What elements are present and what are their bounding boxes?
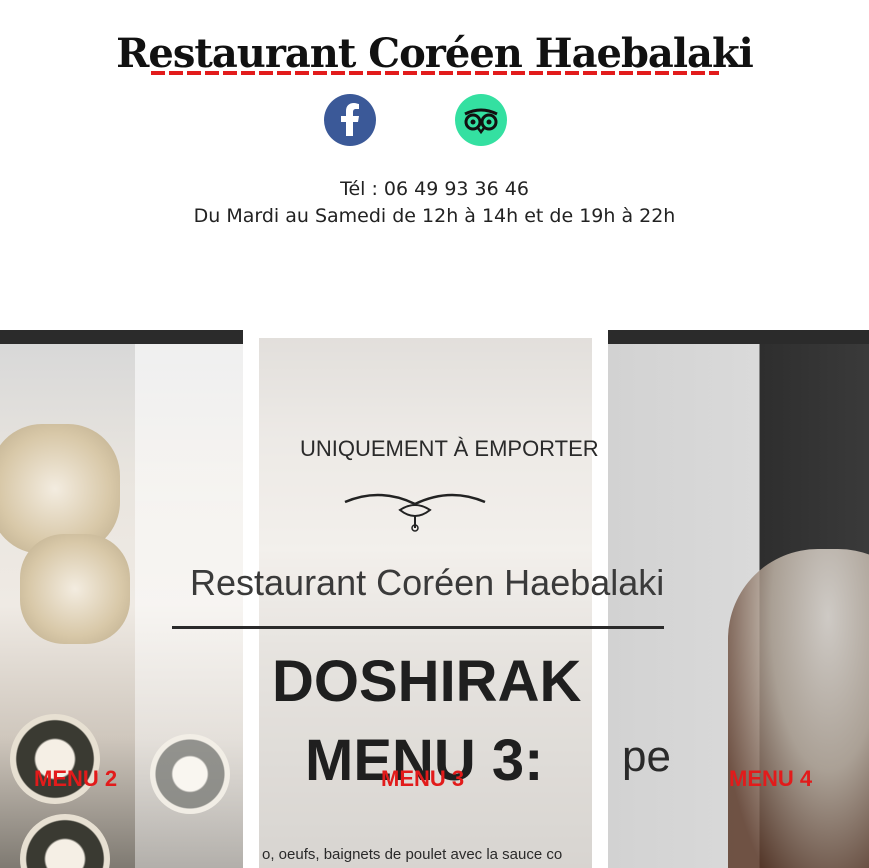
menu-3-label[interactable]: MENU 3	[381, 766, 464, 792]
facebook-link[interactable]	[324, 94, 376, 146]
site-title: Restaurant Coréen Haebalaki	[116, 30, 754, 77]
menu-4-label[interactable]: MENU 4	[729, 766, 812, 792]
menu-description: o, oeufs, baignets de poulet avec la sau…	[262, 846, 563, 863]
opening-hours: Du Mardi au Samedi de 12h à 14h et de 19…	[193, 205, 676, 227]
partial-word-text: pe	[622, 732, 671, 781]
tripadvisor-icon	[464, 108, 498, 135]
facebook-icon	[341, 103, 359, 136]
takeaway-only-text: UNIQUEMENT À EMPORTER	[300, 436, 599, 461]
ornament-icon	[344, 493, 486, 532]
tripadvisor-link[interactable]	[455, 94, 507, 146]
menu-gallery[interactable]: UNIQUEMENT À EMPORTER Restaurant Coréen …	[0, 330, 869, 868]
divider-line	[172, 626, 664, 629]
phone-number: Tél : 06 49 93 36 46	[340, 178, 529, 200]
menu-2-label[interactable]: MENU 2	[34, 766, 117, 792]
doshirak-heading: DOSHIRAK	[272, 649, 582, 714]
restaurant-name-overlay: Restaurant Coréen Haebalaki	[190, 562, 665, 603]
